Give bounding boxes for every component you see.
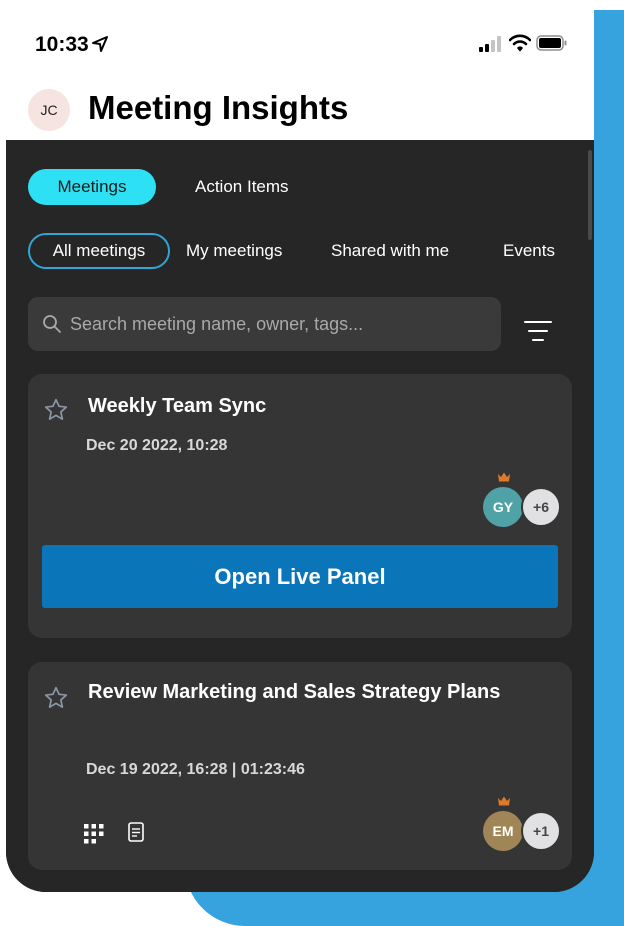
filter-my-meetings[interactable]: My meetings xyxy=(186,241,282,261)
app-header: JC Meeting Insights xyxy=(6,80,594,140)
meeting-date: Dec 20 2022, 10:28 xyxy=(86,437,228,454)
search-input[interactable] xyxy=(70,305,490,343)
meeting-title[interactable]: Weekly Team Sync xyxy=(88,391,528,421)
owner-avatar[interactable]: GY xyxy=(483,487,523,527)
meeting-date-duration: Dec 19 2022, 16:28 | 01:23:46 xyxy=(86,761,305,778)
search-box[interactable] xyxy=(28,297,501,351)
star-icon[interactable] xyxy=(43,685,69,711)
tab-meetings[interactable]: Meetings xyxy=(28,169,156,205)
scrollbar[interactable] xyxy=(588,150,592,240)
crown-icon xyxy=(498,472,510,482)
main-content: Meetings Action Items All meetings My me… xyxy=(6,140,594,892)
battery-icon xyxy=(536,35,567,51)
filter-shared-with-me[interactable]: Shared with me xyxy=(331,241,449,261)
crown-icon xyxy=(498,796,510,806)
owner-avatar[interactable]: EM xyxy=(483,811,523,851)
user-avatar[interactable]: JC xyxy=(28,89,70,131)
page-title: Meeting Insights xyxy=(88,89,349,126)
status-bar: 10:33 xyxy=(6,0,594,80)
document-icon[interactable] xyxy=(128,822,144,842)
grid-icon[interactable] xyxy=(84,824,104,844)
participants-count-badge[interactable]: +6 xyxy=(521,487,561,527)
phone-screen: 10:33 JC Meeting Insights Meetings Actio… xyxy=(6,0,594,892)
meeting-card[interactable]: Review Marketing and Sales Strategy Plan… xyxy=(28,662,572,870)
star-icon[interactable] xyxy=(43,397,69,423)
search-icon xyxy=(43,315,61,333)
filter-events[interactable]: Events xyxy=(503,241,555,261)
participants-count-badge[interactable]: +1 xyxy=(521,811,561,851)
location-arrow-icon xyxy=(92,36,108,52)
filter-all-meetings[interactable]: All meetings xyxy=(28,233,170,269)
meeting-card[interactable]: Weekly Team Sync Dec 20 2022, 10:28 GY +… xyxy=(28,374,572,638)
filter-icon[interactable] xyxy=(524,320,552,342)
wifi-icon xyxy=(509,34,531,52)
signal-icon xyxy=(479,36,501,52)
tab-action-items[interactable]: Action Items xyxy=(195,177,289,197)
status-time: 10:33 xyxy=(35,33,89,56)
meeting-title[interactable]: Review Marketing and Sales Strategy Plan… xyxy=(88,677,528,707)
open-live-panel-button[interactable]: Open Live Panel xyxy=(42,545,558,608)
